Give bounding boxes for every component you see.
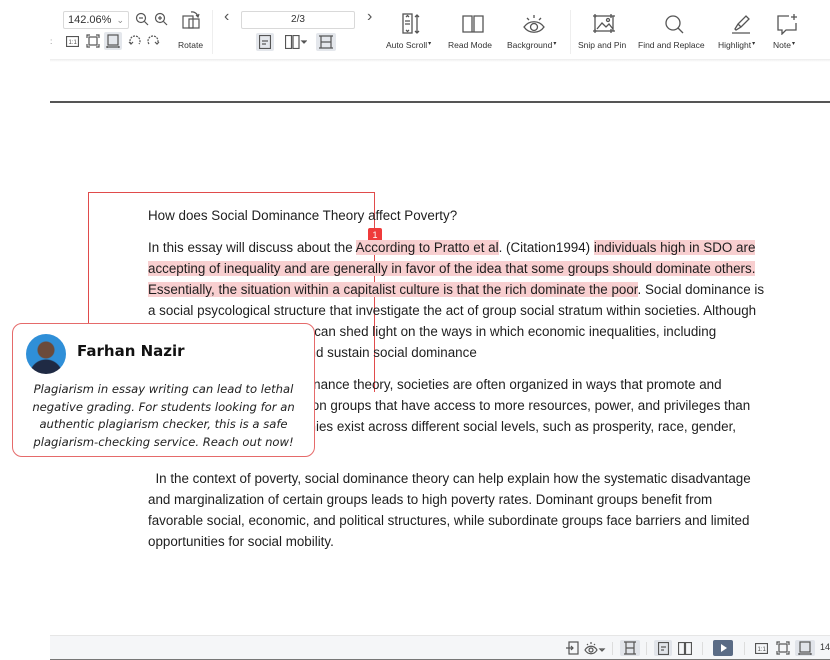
background-button[interactable]: Background▾	[507, 40, 556, 50]
eye-icon[interactable]	[583, 640, 607, 656]
author-name: Farhan Nazir	[77, 342, 185, 360]
actual-size-icon[interactable]: 1:1	[753, 640, 769, 656]
rotate-label: Rotate	[178, 40, 204, 50]
avatar	[26, 334, 66, 374]
page-separator	[50, 101, 830, 103]
zoom-value: 142.06%	[68, 14, 112, 26]
highlight[interactable]: According to Pratto et al	[355, 240, 499, 255]
highlight[interactable]: Essentially, the situation within a capi…	[148, 282, 638, 297]
status-bar: 1:1 142	[50, 635, 830, 660]
eye-icon[interactable]	[520, 12, 548, 36]
two-page-icon[interactable]	[284, 33, 308, 51]
highlighter-icon[interactable]	[727, 12, 755, 36]
actual-size-icon[interactable]: 1:1	[64, 34, 80, 48]
fit-page-icon[interactable]	[775, 640, 791, 656]
auto-scroll-icon[interactable]	[398, 12, 426, 36]
note-button[interactable]: Note▾	[773, 40, 795, 50]
fit-width-icon[interactable]	[795, 640, 815, 656]
rotate-left-icon[interactable]	[127, 33, 143, 49]
zoom-select[interactable]: 142.06% ⌄	[63, 11, 129, 29]
chevron-down-icon: ⌄	[116, 15, 124, 25]
single-page-icon[interactable]	[654, 640, 672, 656]
svg-text:1:1: 1:1	[757, 647, 766, 653]
document-title: How does Social Dominance Theory affect …	[148, 208, 458, 223]
page-number-input[interactable]: 2/3	[241, 11, 355, 29]
rotate-icon[interactable]	[181, 9, 203, 31]
toolbar: : 142.06% ⌄ 1:1 Rotate ‹ 2/3 › Auto Scro…	[0, 0, 830, 62]
highlight[interactable]: individuals high in SDO are	[593, 240, 756, 255]
book-icon[interactable]	[459, 12, 487, 36]
auto-scroll-button[interactable]: Auto Scroll▾	[386, 40, 431, 50]
card-message: Plagiarism in essay writing can lead to …	[32, 382, 295, 449]
note-add-icon[interactable]	[773, 12, 801, 36]
snip-and-pin-button[interactable]: Snip and Pin	[578, 40, 626, 50]
highlight-button[interactable]: Highlight▾	[718, 40, 755, 50]
single-page-icon[interactable]	[256, 33, 274, 51]
zoom-in-icon[interactable]	[153, 11, 169, 27]
fit-width-icon[interactable]	[104, 32, 122, 50]
two-page-icon[interactable]	[676, 640, 694, 656]
overflow-indicator: :	[50, 36, 53, 46]
zoom-level[interactable]: 142	[820, 642, 830, 652]
continuous-scroll-icon[interactable]	[316, 33, 336, 51]
rotate-right-icon[interactable]	[145, 33, 161, 49]
author-card: Farhan Nazir Plagiarism in essay writing…	[12, 323, 315, 457]
highlight[interactable]: accepting of inequality and are generall…	[148, 261, 756, 276]
svg-text:1:1: 1:1	[68, 40, 77, 46]
snip-icon[interactable]	[590, 12, 618, 36]
continuous-scroll-icon[interactable]	[620, 640, 640, 656]
zoom-out-icon[interactable]	[134, 11, 150, 27]
export-icon[interactable]	[564, 640, 580, 656]
next-page-button[interactable]: ›	[367, 8, 372, 26]
read-mode-button[interactable]: Read Mode	[448, 40, 492, 50]
fit-page-icon[interactable]	[85, 33, 101, 49]
search-icon[interactable]	[660, 12, 688, 36]
find-and-replace-button[interactable]: Find and Replace	[638, 40, 705, 50]
play-slideshow-button[interactable]	[713, 640, 733, 656]
prev-page-button[interactable]: ‹	[224, 8, 229, 26]
